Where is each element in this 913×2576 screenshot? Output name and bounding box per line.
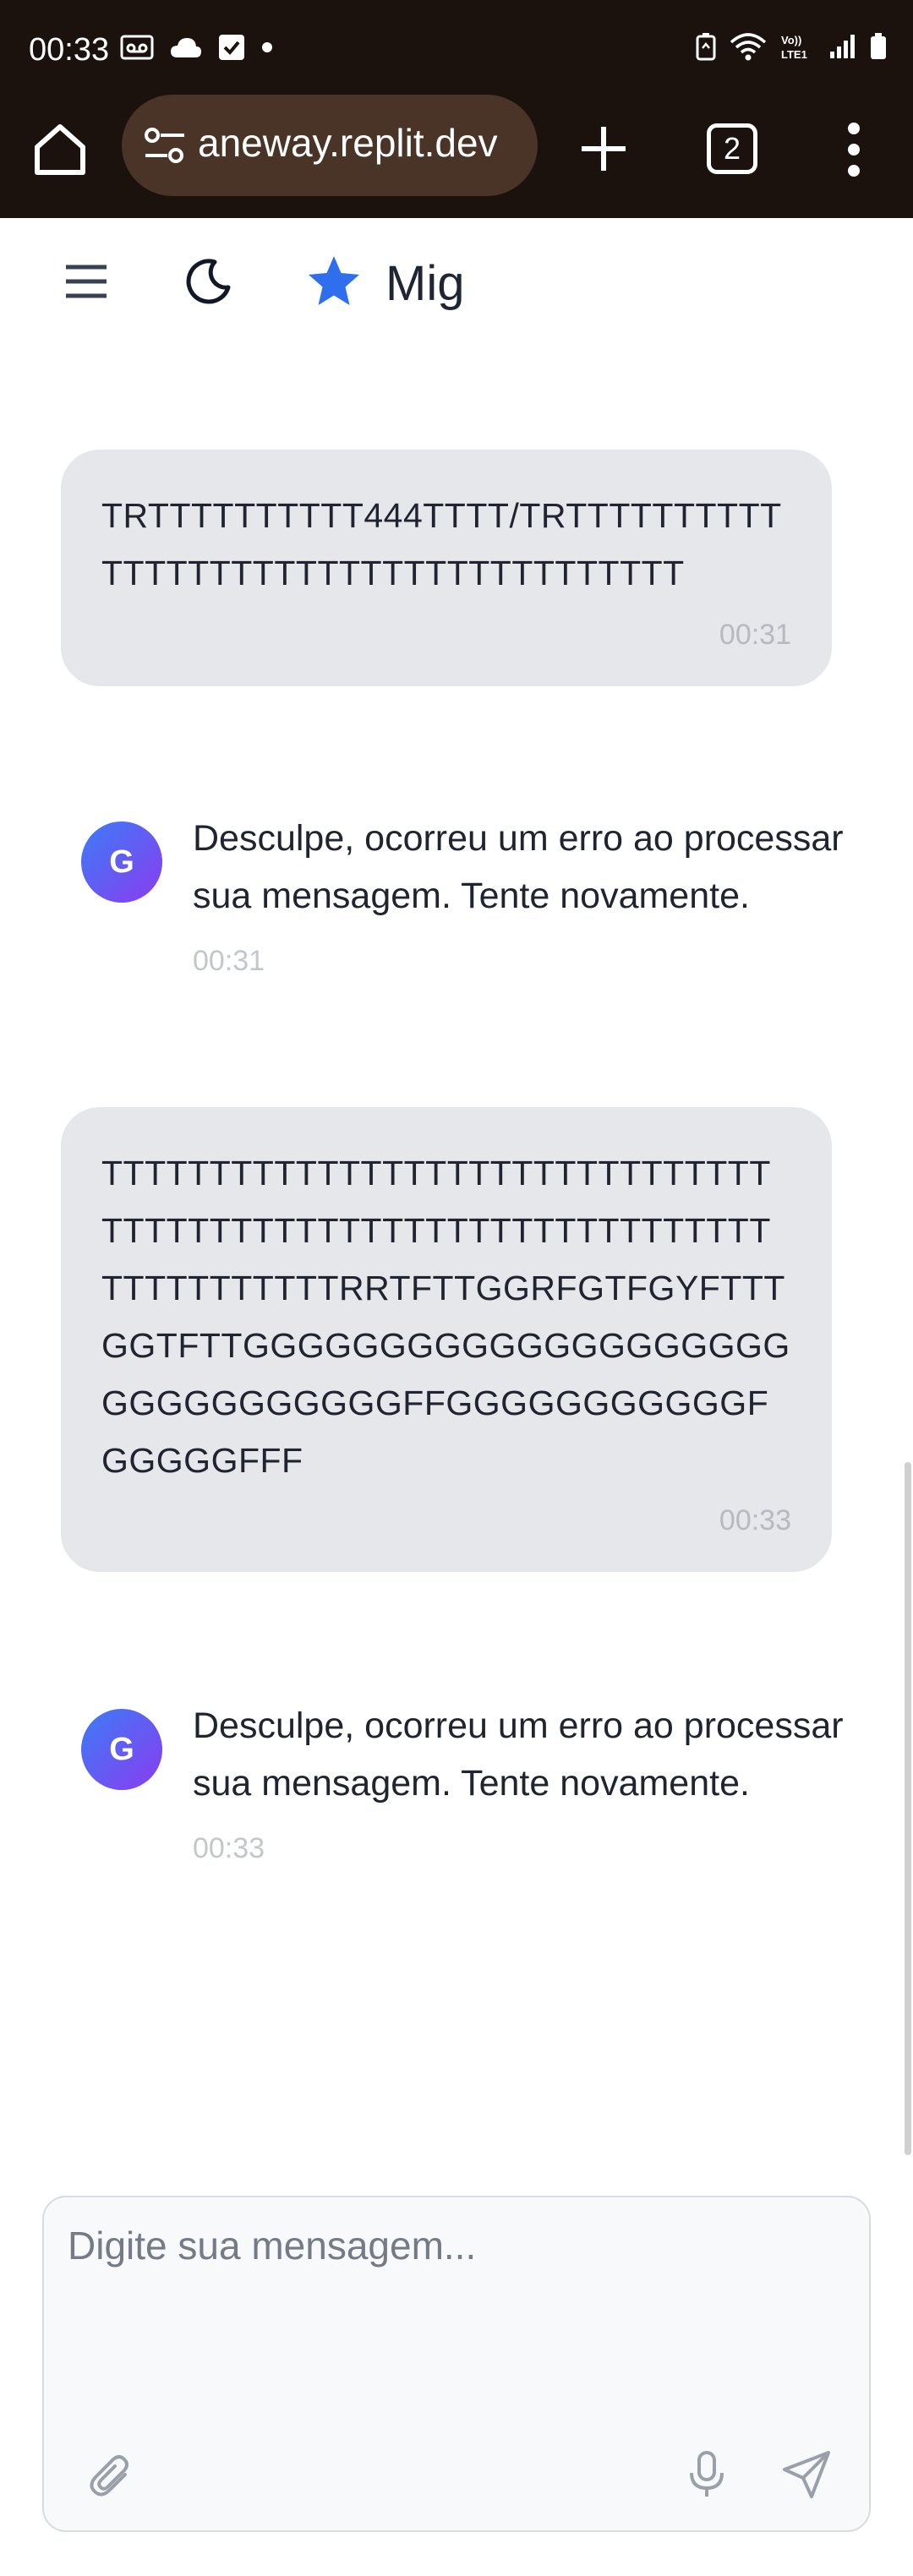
assistant-message: G Desculpe, ocorreu um erro ao proces­sa…	[81, 810, 844, 979]
app-title: Mig	[385, 256, 465, 311]
user-message: TTTTTTTTTTTTTTTTTTTTTTTTTTTTTTTTTTTTTTTT…	[61, 1107, 832, 1572]
voicemail-icon	[120, 35, 154, 60]
svg-text:LTE1: LTE1	[781, 48, 807, 61]
new-tab-icon[interactable]	[577, 122, 631, 176]
send-icon[interactable]	[781, 2449, 832, 2500]
url-text: aneway.replit.dev	[198, 121, 498, 165]
more-options-icon[interactable]	[845, 120, 862, 179]
app-header: Mig	[0, 218, 913, 345]
tab-switcher-button[interactable]: 2	[707, 123, 757, 174]
message-text: TRTTTTTTTTTT444TTTT/TRTTTTTTTTTTTTTTTTTT…	[101, 496, 782, 592]
status-time: 00:33	[29, 32, 110, 68]
message-time: 00:33	[719, 1504, 791, 1536]
volte-icon: Vo)) LTE1	[781, 34, 807, 61]
message-input[interactable]	[68, 2223, 845, 2409]
message-time: 00:33	[193, 1832, 265, 1864]
checkbox-icon	[219, 35, 244, 60]
dot-icon	[262, 42, 272, 52]
home-icon[interactable]	[30, 120, 90, 179]
message-composer	[42, 2196, 871, 2532]
message-text: TTTTTTTTTTTTTTTTTTTTTTTTTTTTTTTTTTTTTTTT…	[101, 1154, 790, 1480]
microphone-icon[interactable]	[683, 2449, 730, 2500]
scrollbar[interactable]	[905, 1462, 911, 2155]
svg-text:Vo)): Vo))	[781, 34, 801, 46]
message-text: Desculpe, ocorreu um erro ao proces­sar …	[193, 1706, 844, 1804]
assistant-message: G Desculpe, ocorreu um erro ao proces­sa…	[81, 1697, 844, 1866]
paperclip-icon[interactable]	[88, 2453, 135, 2500]
battery-icon	[871, 33, 886, 59]
message-time: 00:31	[719, 619, 791, 651]
message-text: Desculpe, ocorreu um erro ao proces­sar …	[193, 818, 844, 916]
status-bar: 00:33 Vo)) LTE1	[0, 0, 913, 101]
assistant-avatar: G	[81, 1709, 162, 1790]
address-bar[interactable]: aneway.replit.dev	[122, 95, 538, 196]
star-logo-icon	[309, 256, 359, 305]
message-time: 00:31	[193, 945, 265, 977]
browser-toolbar: aneway.replit.dev 2	[0, 95, 913, 218]
signal-icon	[830, 35, 855, 58]
cloud-icon	[171, 38, 201, 57]
battery-saver-icon	[696, 33, 716, 61]
wifi-icon	[730, 33, 767, 61]
site-settings-icon[interactable]	[142, 125, 188, 166]
status-system-icons: Vo)) LTE1	[695, 32, 888, 61]
dark-mode-toggle-icon[interactable]	[183, 257, 232, 306]
status-notification-icons	[120, 34, 274, 61]
menu-icon[interactable]	[64, 264, 108, 299]
assistant-avatar: G	[81, 821, 162, 903]
user-message: TRTTTTTTTTTT444TTTT/TRTTTTTTTTTTTTTTTTTT…	[61, 450, 832, 686]
